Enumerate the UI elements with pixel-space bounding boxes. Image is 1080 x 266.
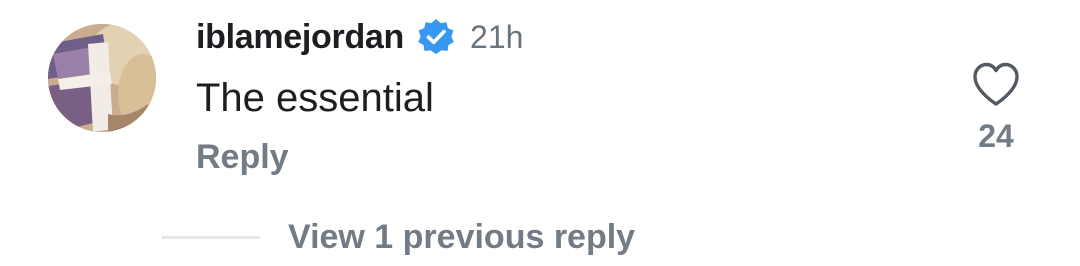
view-replies-button[interactable]: View 1 previous reply <box>162 212 635 262</box>
comment-header: iblamejordan 21h <box>196 14 523 60</box>
verified-badge-icon <box>416 17 456 57</box>
reply-button[interactable]: Reply <box>196 134 289 180</box>
view-replies-label: View 1 previous reply <box>288 217 636 256</box>
heart-outline-icon <box>973 62 1019 106</box>
avatar[interactable] <box>48 24 156 132</box>
like-button[interactable]: 24 <box>966 60 1026 170</box>
username[interactable]: iblamejordan <box>196 18 404 57</box>
like-count: 24 <box>978 118 1014 154</box>
comment-text: The essential <box>196 76 434 120</box>
avatar-image <box>48 24 156 132</box>
comment-item: iblamejordan 21h The essential Reply 24 … <box>0 0 1080 266</box>
timestamp: 21h <box>470 18 524 55</box>
divider <box>162 235 260 239</box>
